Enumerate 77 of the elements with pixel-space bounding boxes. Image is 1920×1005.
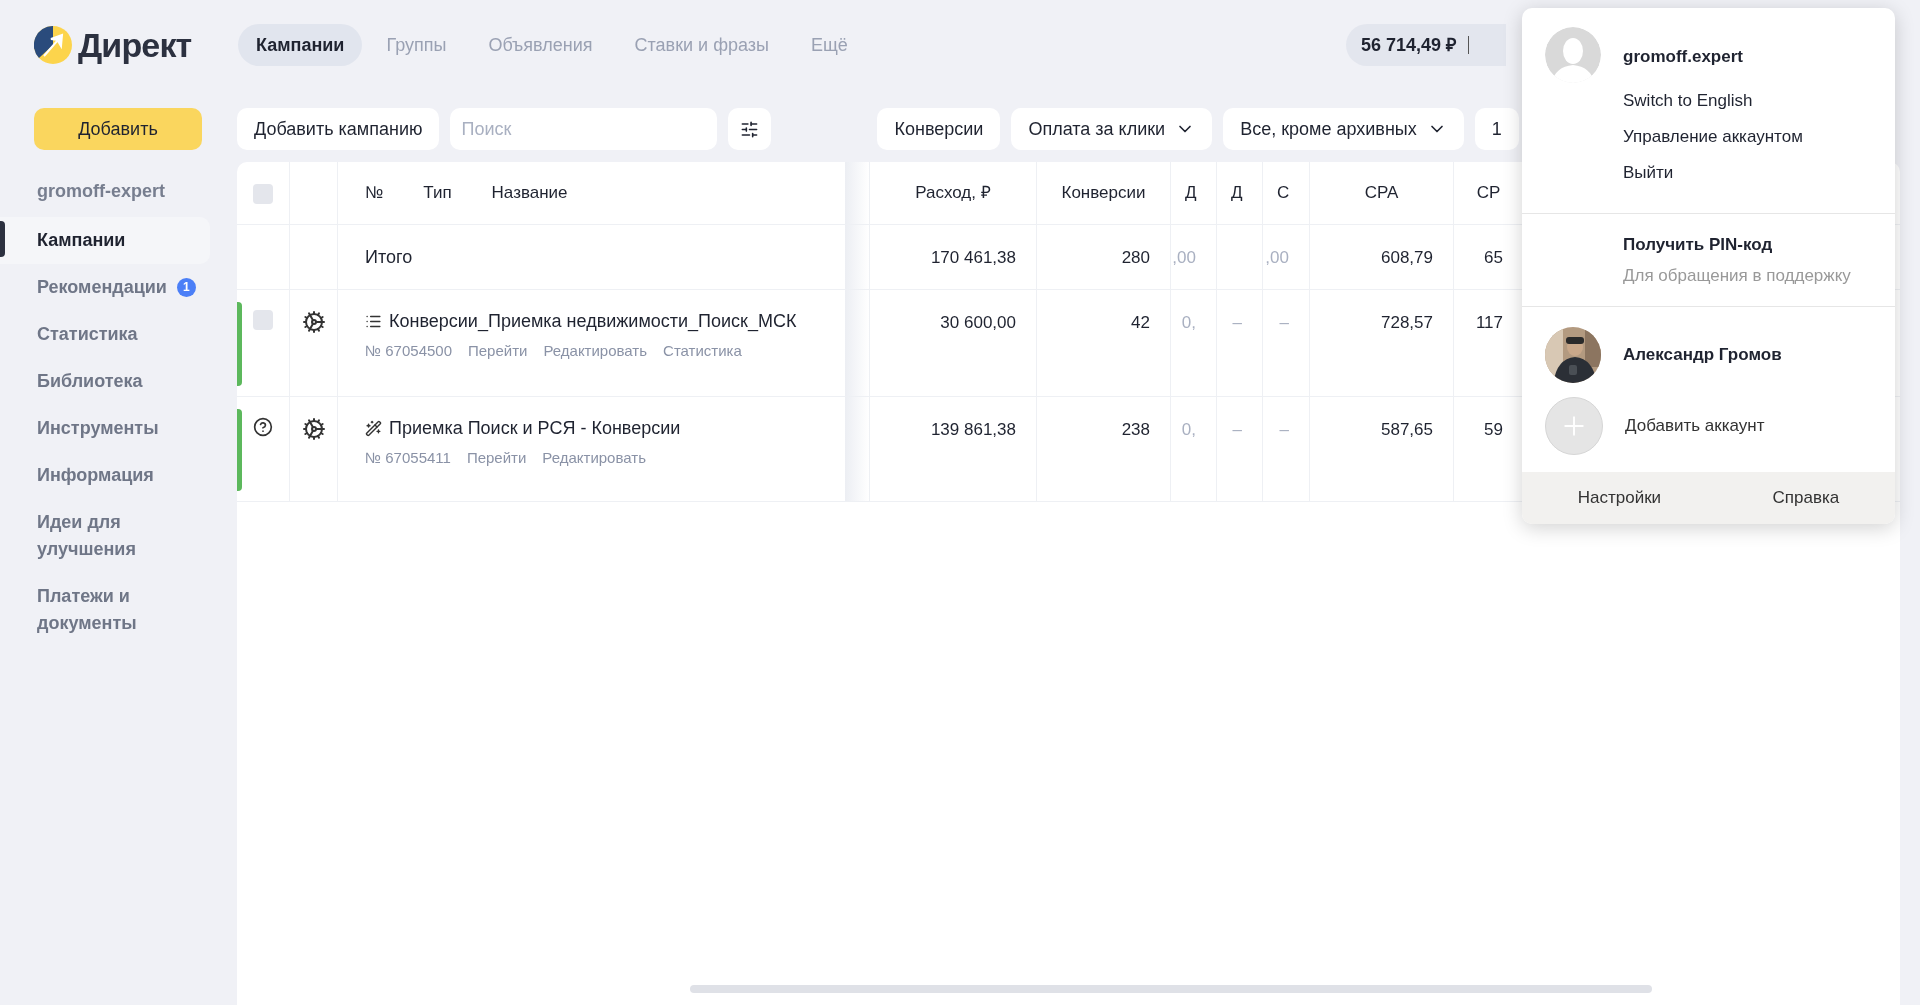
notification-badge: 1 bbox=[176, 278, 196, 297]
column-header[interactable]: Расход, ₽ bbox=[915, 180, 991, 206]
table-cell-text: – bbox=[1232, 312, 1242, 334]
help-icon[interactable] bbox=[253, 417, 273, 437]
sidebar-item[interactable]: Рекомендации 1 bbox=[0, 264, 210, 311]
table-cell-text: 139 861,38 bbox=[930, 419, 1016, 441]
filter-dropdown[interactable]: Оплата за клики bbox=[1011, 108, 1213, 150]
logo-icon bbox=[34, 26, 72, 64]
add-account-link[interactable]: Добавить аккаунт bbox=[1625, 413, 1765, 439]
table-cell-text: – bbox=[1232, 419, 1242, 441]
table-cell-text: 117 bbox=[1475, 312, 1503, 334]
campaign-number: № 67054500 bbox=[365, 341, 452, 361]
table-cell-text: – bbox=[1279, 419, 1289, 441]
table-cell-text: 42 bbox=[1131, 312, 1150, 334]
table-cell-text: 608,79 bbox=[1381, 247, 1433, 269]
menu-item[interactable]: Управление аккаунтом bbox=[1623, 119, 1895, 155]
column-header[interactable]: Тип bbox=[423, 180, 452, 206]
sidebar-item[interactable]: Платежи и документы bbox=[0, 573, 210, 647]
wand-icon bbox=[365, 420, 382, 437]
column-header[interactable]: Название bbox=[491, 180, 568, 206]
campaign-name[interactable]: Приемка Поиск и РСЯ - Конверсии bbox=[389, 415, 681, 442]
account-name[interactable]: gromoff-expert bbox=[37, 178, 237, 205]
total-label: Итого bbox=[365, 245, 413, 269]
sidebar-item[interactable]: Идеи для улучшения bbox=[0, 499, 210, 573]
table-cell-text: ,00 bbox=[1172, 247, 1196, 269]
table-cell-text: 728,57 bbox=[1381, 312, 1433, 334]
menu-item[interactable]: Выйти bbox=[1623, 155, 1895, 191]
list-icon bbox=[365, 313, 382, 330]
sidebar-item[interactable]: Инструменты bbox=[0, 405, 210, 452]
row-checkbox[interactable] bbox=[253, 310, 273, 330]
sidebar-item[interactable]: Кампании bbox=[0, 217, 210, 264]
add-campaign-button[interactable]: Добавить кампанию bbox=[237, 108, 440, 150]
table-cell-text: ,00 bbox=[1265, 247, 1289, 269]
table-cell-text: 0, bbox=[1181, 419, 1196, 441]
logo-text: Директ bbox=[78, 24, 192, 66]
column-header[interactable]: Конверсии bbox=[1061, 180, 1146, 206]
filter-dropdown[interactable]: 1 bbox=[1474, 108, 1519, 150]
filter-settings-button[interactable] bbox=[728, 108, 772, 150]
footer-link[interactable]: Настройки bbox=[1577, 485, 1662, 511]
account-full-name[interactable]: Александр Громов bbox=[1623, 342, 1782, 368]
campaign-number: № 67055411 bbox=[365, 448, 451, 468]
active-indicator bbox=[0, 221, 5, 257]
pin-code-link[interactable]: Получить PIN-код bbox=[1623, 232, 1895, 258]
menu-item[interactable]: Switch to English bbox=[1623, 83, 1895, 119]
column-header[interactable]: Д bbox=[1231, 180, 1243, 206]
horizontal-scrollbar[interactable] bbox=[690, 985, 1652, 993]
sidebar-item[interactable]: Библиотека bbox=[0, 358, 210, 405]
table-cell-text: 59 bbox=[1484, 419, 1503, 441]
footer-link[interactable]: Справка bbox=[1772, 485, 1840, 511]
column-header[interactable]: CPA bbox=[1364, 180, 1399, 206]
filter-dropdown[interactable]: Конверсии bbox=[877, 108, 1001, 150]
settings-icon[interactable] bbox=[301, 417, 326, 441]
column-header[interactable]: CP bbox=[1476, 180, 1501, 206]
pin-code-hint: Для обращения в поддержку bbox=[1623, 264, 1852, 287]
table-cell-text: – bbox=[1279, 312, 1289, 334]
column-header[interactable]: № bbox=[365, 180, 384, 206]
settings-icon[interactable] bbox=[301, 310, 326, 334]
filter-dropdown[interactable]: Все, кроме архивных bbox=[1223, 108, 1464, 150]
table-cell-text: 30 600,00 bbox=[940, 312, 1016, 334]
table-cell-text: 238 bbox=[1121, 419, 1150, 441]
table-cell-text: 0, bbox=[1181, 312, 1196, 334]
table-cell-text: 280 bbox=[1121, 247, 1150, 269]
campaign-name[interactable]: Конверсии_Приемка недвижимости_Поиск_МСК bbox=[389, 308, 797, 335]
sliders-icon bbox=[740, 119, 760, 139]
search-field[interactable]: Поиск bbox=[450, 108, 718, 150]
add-button[interactable]: Добавить bbox=[34, 108, 202, 150]
sidebar-item[interactable]: Статистика bbox=[0, 311, 210, 358]
avatar-icon bbox=[1545, 27, 1601, 83]
sidebar-item[interactable]: Информация bbox=[0, 452, 210, 499]
table-cell-text: 587,65 bbox=[1381, 419, 1433, 441]
column-header[interactable]: С bbox=[1277, 180, 1290, 206]
table-cell-text: 170 461,38 bbox=[930, 247, 1016, 269]
column-header[interactable]: Д bbox=[1185, 180, 1197, 206]
nav-tab[interactable]: Кампании bbox=[238, 24, 363, 66]
table-cell-text: 65 bbox=[1484, 247, 1503, 269]
select-all-checkbox[interactable] bbox=[253, 184, 273, 204]
account-username: gromoff.expert bbox=[1623, 46, 1743, 68]
